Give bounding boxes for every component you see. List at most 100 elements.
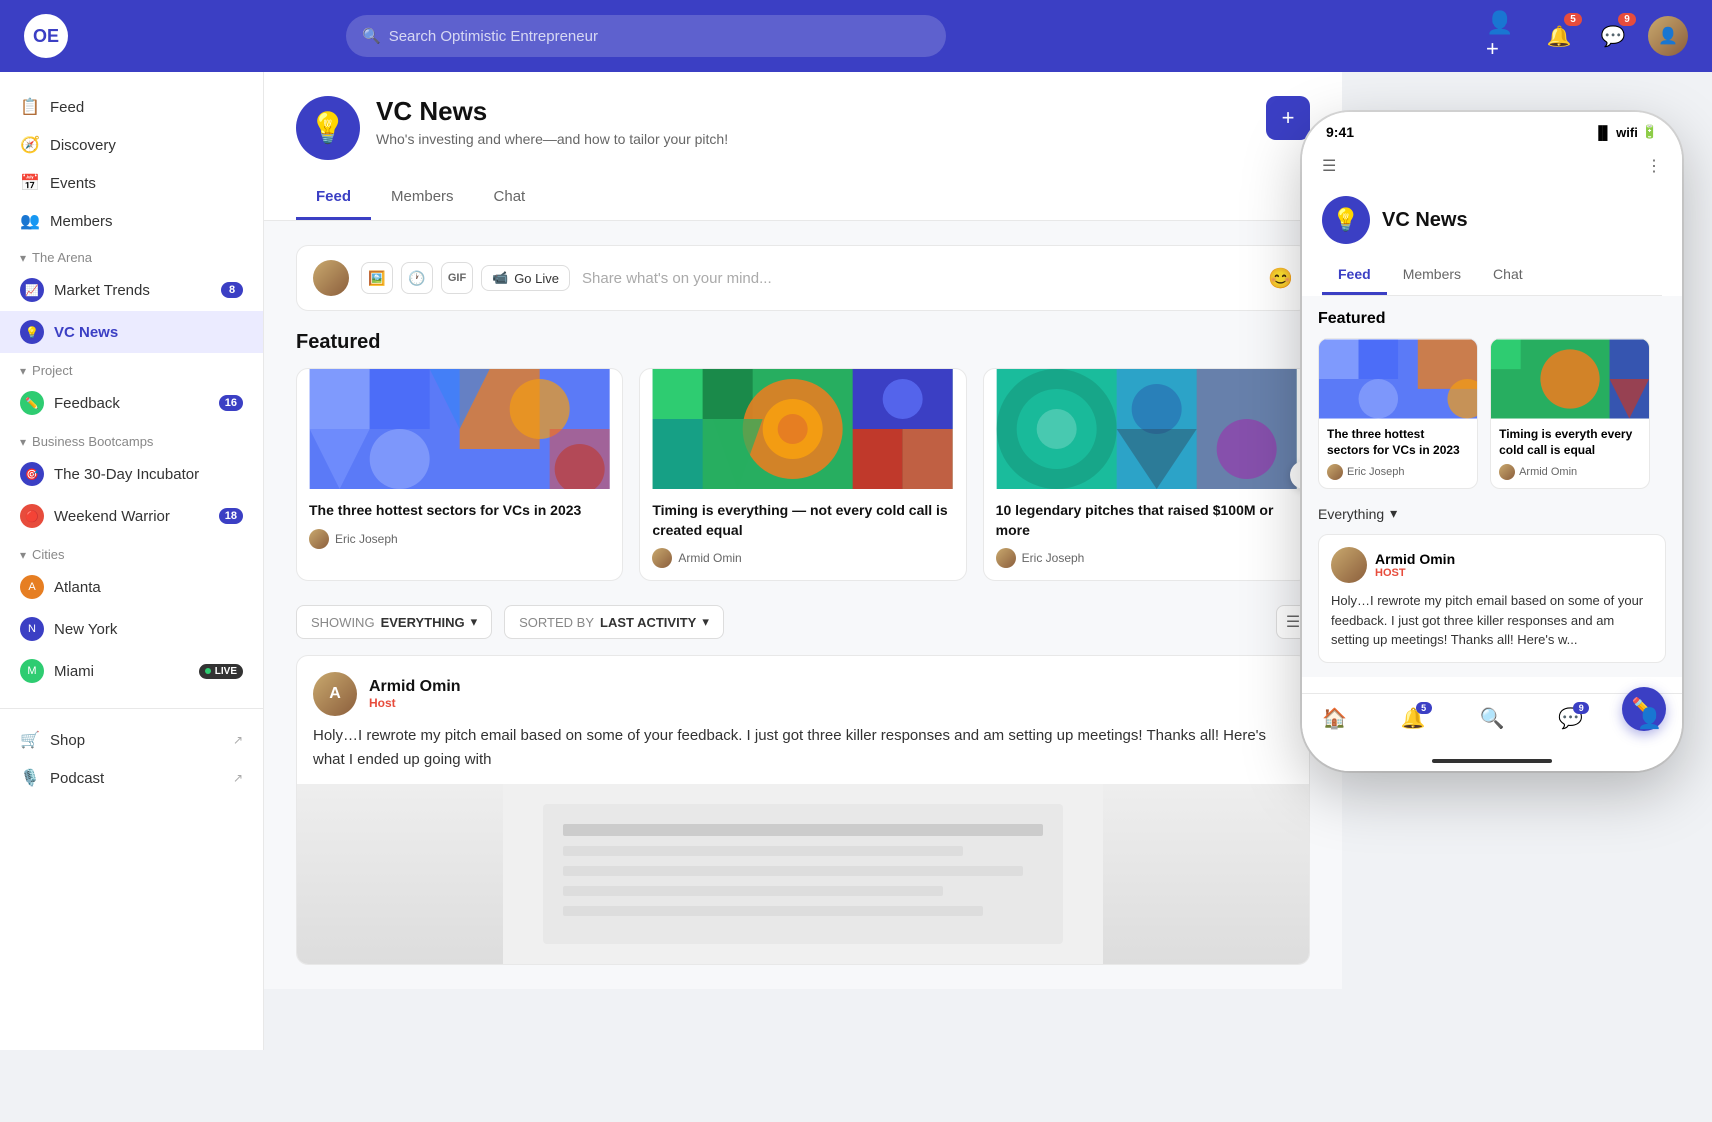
mobile-filter[interactable]: Everything ▾ <box>1318 505 1666 522</box>
mobile-card-1[interactable]: The three hottest sectors for VCs in 202… <box>1318 338 1478 489</box>
mobile-card-image-2 <box>1491 339 1649 419</box>
mobile-card-author-1: Eric Joseph <box>1327 464 1469 480</box>
card-title-3: 10 legendary pitches that raised $100M o… <box>996 501 1297 540</box>
sidebar-item-feed[interactable]: 📋 Feed <box>0 88 263 126</box>
group-tabs: Feed Members Chat <box>296 176 1310 220</box>
mobile-menu-button[interactable]: ☰ <box>1322 156 1336 176</box>
emoji-button[interactable]: 😊 <box>1268 266 1293 291</box>
mobile-tabs: Feed Members Chat <box>1322 256 1662 296</box>
sidebar-item-discovery[interactable]: 🧭 Discovery <box>0 126 263 164</box>
mobile-tab-chat[interactable]: Chat <box>1477 256 1539 295</box>
sidebar-item-members[interactable]: 👥 Members <box>0 202 263 240</box>
mobile-featured-title: Featured <box>1318 310 1666 328</box>
sidebar-item-weekend-warrior[interactable]: 🔴 Weekend Warrior 18 <box>0 495 263 537</box>
card-image-1 <box>297 369 622 489</box>
add-friend-icon: 👤+ <box>1486 10 1524 62</box>
chevron-down-icon-4: ▾ <box>20 548 26 562</box>
sidebar-item-feedback[interactable]: ✏️ Feedback 16 <box>0 382 263 424</box>
group-title: VC News <box>376 96 1250 127</box>
add-friend-button[interactable]: 👤+ <box>1486 17 1524 55</box>
feedback-icon: ✏️ <box>20 391 44 415</box>
mobile-card-2[interactable]: Timing is everyth every cold call is equ… <box>1490 338 1650 489</box>
chevron-down-icon: ▾ <box>20 251 26 265</box>
post-card: A Armid Omin Host Holy…I rewrote my pitc… <box>296 655 1310 965</box>
featured-title: Featured <box>296 331 1310 354</box>
add-group-button[interactable]: + <box>1266 96 1310 140</box>
atlanta-icon: A <box>20 575 44 599</box>
featured-card-1[interactable]: The three hottest sectors for VCs in 202… <box>296 368 623 581</box>
mobile-nav-notifications[interactable]: 🔔 5 <box>1401 706 1426 731</box>
tab-members[interactable]: Members <box>371 176 474 220</box>
gif-button[interactable]: GIF <box>441 262 473 294</box>
mobile-nav-profile[interactable]: 👤 <box>1637 706 1662 731</box>
mobile-nav-home[interactable]: 🏠 <box>1322 706 1347 731</box>
card-body-3: 10 legendary pitches that raised $100M o… <box>984 489 1309 580</box>
mobile-nav-messages[interactable]: 💬 9 <box>1558 706 1583 731</box>
mobile-time: 9:41 <box>1326 124 1354 140</box>
nav-right: 👤+ 🔔 5 💬 9 👤 <box>1486 16 1688 56</box>
mobile-card-body-1: The three hottest sectors for VCs in 202… <box>1319 419 1477 488</box>
sidebar-item-atlanta[interactable]: A Atlanta <box>0 566 263 608</box>
battery-icon: 🔋 <box>1642 124 1658 140</box>
mobile-group-top: 💡 VC News <box>1322 196 1662 244</box>
sidebar-item-events[interactable]: 📅 Events <box>0 164 263 202</box>
section-business-bootcamps[interactable]: ▾ Business Bootcamps <box>0 424 263 453</box>
search-bar[interactable]: 🔍 Search Optimistic Entrepreneur <box>346 15 946 57</box>
featured-cards: The three hottest sectors for VCs in 202… <box>296 368 1310 581</box>
group-logo: 💡 <box>296 96 360 160</box>
post-author-name: Armid Omin <box>369 678 461 696</box>
notifications-button[interactable]: 🔔 5 <box>1540 17 1578 55</box>
section-project[interactable]: ▾ Project <box>0 353 263 382</box>
sidebar-item-podcast[interactable]: 🎙️ Podcast ↗ <box>0 759 263 797</box>
mobile-card-image-1 <box>1319 339 1477 419</box>
post-header: A Armid Omin Host <box>297 656 1309 724</box>
mobile-content: Featured <box>1302 296 1682 677</box>
sidebar-item-miami[interactable]: M Miami LIVE <box>0 650 263 692</box>
group-description: Who's investing and where—and how to tai… <box>376 131 1250 147</box>
mobile-post-role: HOST <box>1375 567 1455 579</box>
section-cities[interactable]: ▾ Cities <box>0 537 263 566</box>
card-body-1: The three hottest sectors for VCs in 202… <box>297 489 622 561</box>
sidebar-item-market-trends[interactable]: 📈 Market Trends 8 <box>0 269 263 311</box>
feed-icon: 📋 <box>20 97 40 117</box>
clock-button[interactable]: 🕐 <box>401 262 433 294</box>
mobile-cards: The three hottest sectors for VCs in 202… <box>1318 338 1666 489</box>
author-avatar-2 <box>652 548 672 568</box>
composer-toolbar: 🖼️ 🕐 GIF 📹 Go Live <box>361 262 570 294</box>
post-author-info: Armid Omin Host <box>369 678 461 710</box>
tab-feed[interactable]: Feed <box>296 176 371 220</box>
card-title-2: Timing is everything — not every cold ca… <box>652 501 953 540</box>
mobile-group-logo: 💡 <box>1322 196 1370 244</box>
main-wrapper: 💡 VC News Who's investing and where—and … <box>264 72 1712 1050</box>
mobile-tab-feed[interactable]: Feed <box>1322 256 1387 295</box>
members-icon: 👥 <box>20 211 40 231</box>
app-logo[interactable]: OE <box>24 14 68 58</box>
group-info: VC News Who's investing and where—and ho… <box>376 96 1250 147</box>
composer-input[interactable]: Share what's on your mind... <box>582 270 1256 287</box>
card-author-2: Armid Omin <box>652 548 953 568</box>
mobile-preview: 9:41 ▐▌ wifi 🔋 ☰ ⋮ 💡 <box>1312 92 1712 992</box>
mobile-more-button[interactable]: ⋮ <box>1646 156 1662 176</box>
image-upload-button[interactable]: 🖼️ <box>361 262 393 294</box>
post-host-badge: Host <box>369 696 461 710</box>
tab-chat[interactable]: Chat <box>474 176 546 220</box>
mobile-nav-search[interactable]: 🔍 <box>1480 706 1505 731</box>
mobile-card-author-2: Armid Omin <box>1499 464 1641 480</box>
user-avatar[interactable]: 👤 <box>1648 16 1688 56</box>
section-the-arena[interactable]: ▾ The Arena <box>0 240 263 269</box>
messages-button[interactable]: 💬 9 <box>1594 17 1632 55</box>
sidebar-item-shop[interactable]: 🛒 Shop ↗ <box>0 721 263 759</box>
go-live-button[interactable]: 📹 Go Live <box>481 265 570 291</box>
featured-card-3[interactable]: 10 legendary pitches that raised $100M o… <box>983 368 1310 581</box>
showing-filter[interactable]: SHOWING EVERYTHING ▾ <box>296 605 492 639</box>
mobile-tab-members[interactable]: Members <box>1387 256 1477 295</box>
home-indicator <box>1302 751 1682 771</box>
sorted-by-filter[interactable]: SORTED BY LAST ACTIVITY ▾ <box>504 605 724 639</box>
group-header: 💡 VC News Who's investing and where—and … <box>264 72 1342 221</box>
home-icon: 🏠 <box>1322 706 1347 731</box>
sidebar-item-vc-news[interactable]: 💡 VC News <box>0 311 263 353</box>
mobile-group-title: VC News <box>1382 209 1468 232</box>
sidebar-item-30-day[interactable]: 🎯 The 30-Day Incubator <box>0 453 263 495</box>
sidebar-item-new-york[interactable]: N New York <box>0 608 263 650</box>
featured-card-2[interactable]: Timing is everything — not every cold ca… <box>639 368 966 581</box>
